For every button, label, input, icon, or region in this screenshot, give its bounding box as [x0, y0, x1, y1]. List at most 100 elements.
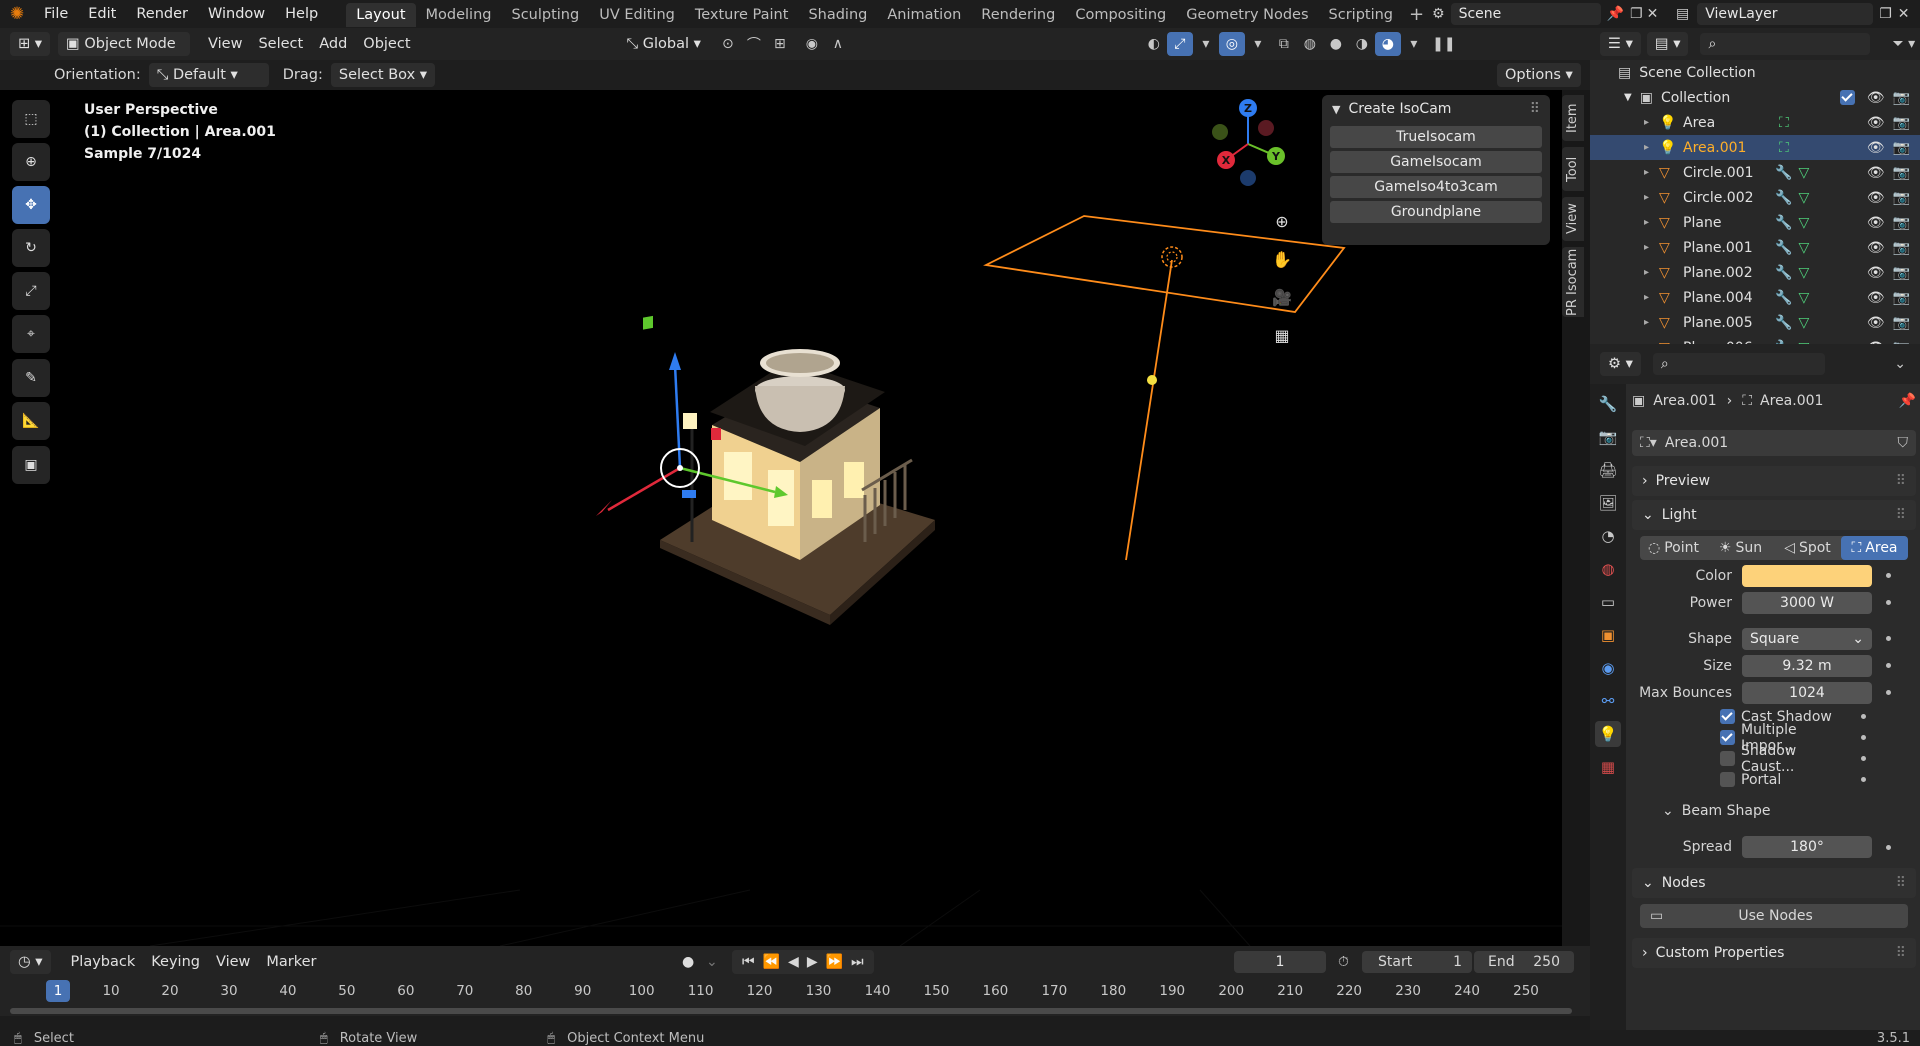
checkbox-keyframe-dot[interactable] — [1861, 756, 1866, 761]
outliner-search-input[interactable]: ⌕ — [1700, 33, 1871, 55]
add-workspace-icon[interactable]: + — [1409, 4, 1424, 25]
options-chevron-icon[interactable]: ⌄ — [1894, 356, 1906, 372]
power-field[interactable]: 3000 W — [1742, 591, 1872, 614]
pin-properties-icon[interactable]: 📌 — [1899, 393, 1916, 409]
light-data-icon[interactable]: ⛶ — [1779, 140, 1789, 156]
tab-shading[interactable]: Shading — [798, 3, 877, 27]
expand-item-icon[interactable]: ▸ — [1644, 317, 1649, 328]
view-layer-tab-icon[interactable]: 🖼 — [1595, 490, 1621, 516]
delete-view-layer-icon[interactable]: ✕ — [1898, 6, 1910, 22]
light-type-area-button[interactable]: ⛶ Area — [1841, 536, 1908, 560]
render-camera-icon[interactable]: 📷 — [1893, 140, 1910, 156]
expand-item-icon[interactable]: ▸ — [1644, 292, 1649, 303]
outliner-item-plane-006[interactable]: ▸▽Plane.006🔧▽👁📷 — [1590, 335, 1920, 345]
rendered-shading-icon[interactable]: ◕ — [1374, 32, 1401, 56]
power-keyframe-dot[interactable] — [1886, 600, 1891, 605]
timeline-scrollbar[interactable] — [10, 1008, 1572, 1014]
tab-modeling[interactable]: Modeling — [416, 3, 502, 27]
display-mode-button[interactable]: ▤ ▾ — [1646, 32, 1689, 56]
mesh-data-icon[interactable]: ▽ — [1798, 240, 1809, 256]
size-field[interactable]: 9.32 m — [1742, 654, 1872, 677]
navigation-gizmo[interactable]: Z Y X — [1200, 98, 1290, 188]
render-camera-icon[interactable]: 📷 — [1893, 290, 1910, 306]
custom-properties-panel-header[interactable]: › Custom Properties ⠿ — [1632, 938, 1916, 968]
collection-tab-icon[interactable]: ▭ — [1595, 589, 1621, 615]
expand-item-icon[interactable]: ▸ — [1644, 242, 1649, 253]
menu-render[interactable]: Render — [126, 0, 198, 28]
tab-layout[interactable]: Layout — [346, 3, 416, 27]
sidebar-tab-item[interactable]: Item — [1562, 95, 1584, 141]
eye-icon[interactable]: 👁 — [1867, 190, 1885, 206]
drag-handle-icon[interactable]: ⠿ — [1530, 101, 1540, 117]
outliner-item-area[interactable]: ▸ 💡 Area ⛶ 👁 📷 — [1590, 110, 1920, 135]
multiple-impor-checkbox[interactable] — [1720, 730, 1735, 745]
menu-window[interactable]: Window — [198, 0, 275, 28]
expand-item-icon[interactable]: ▸ — [1644, 267, 1649, 278]
groundplane-button[interactable]: Groundplane — [1330, 201, 1542, 223]
pin-icon[interactable]: 📌 — [1607, 6, 1624, 22]
custom-props-drag-handle-icon[interactable]: ⠿ — [1896, 945, 1906, 961]
record-keyframe-icon[interactable]: ● — [682, 954, 694, 970]
wireframe-shading-icon[interactable]: ◍ — [1297, 32, 1323, 56]
mesh-data-icon[interactable]: ▽ — [1798, 290, 1809, 306]
visibility-icon[interactable]: ◐ — [1141, 32, 1167, 56]
scene-collection-row[interactable]: ▤ Scene Collection — [1590, 60, 1920, 85]
render-camera-icon[interactable]: 📷 — [1893, 165, 1910, 181]
expand-item-icon[interactable]: ▸ — [1644, 142, 1649, 153]
transform-tool-icon[interactable]: ⌖ — [12, 315, 50, 353]
timeline-menu-marker[interactable]: Marker — [258, 950, 324, 974]
add-cube-tool-icon[interactable]: ▣ — [12, 446, 50, 484]
render-camera-icon[interactable]: 📷 — [1893, 240, 1910, 256]
collection-row[interactable]: ▼ ▣ Collection 👁 📷 — [1590, 85, 1920, 110]
tab-compositing[interactable]: Compositing — [1065, 3, 1176, 27]
proportional-edit-icon[interactable]: ◉ — [799, 32, 825, 56]
orientation-dropdown[interactable]: ⤡ Default ▾ — [148, 63, 269, 87]
new-scene-icon[interactable]: ❐ — [1630, 6, 1643, 22]
collection-exclude-checkbox[interactable] — [1839, 90, 1855, 105]
shape-dropdown[interactable]: Square ⌄ — [1742, 627, 1872, 650]
gameiso4to3cam-button[interactable]: GameIso4to3cam — [1330, 176, 1542, 198]
render-camera-icon[interactable]: 📷 — [1893, 190, 1910, 206]
properties-editor-type-button[interactable]: ⚙ ▾ — [1600, 352, 1641, 376]
datablock-browse-icon[interactable]: ⛶▾ — [1632, 435, 1665, 451]
tab-geometry-nodes[interactable]: Geometry Nodes — [1176, 3, 1318, 27]
jump-keyframe-back-icon[interactable]: ⏪ — [763, 954, 780, 970]
overlays-toggle-icon[interactable]: ◎ — [1218, 32, 1245, 56]
timeline-menu-playback[interactable]: Playback — [63, 950, 144, 974]
light-type-point-button[interactable]: ◌ Point — [1640, 536, 1707, 560]
timeline-menu-view[interactable]: View — [208, 950, 258, 974]
max-bounces-field[interactable]: 1024 — [1742, 681, 1872, 704]
transform-orientation-dropdown[interactable]: ⤡ Global ▾ — [619, 32, 709, 56]
menu-file[interactable]: File — [34, 0, 78, 28]
sidebar-tab-tool[interactable]: Tool — [1562, 147, 1584, 191]
mode-dropdown[interactable]: ▣ Object Mode ▾ — [58, 32, 191, 76]
light-type-spot-button[interactable]: ◁ Spot — [1774, 536, 1841, 560]
checkbox-keyframe-dot[interactable] — [1861, 777, 1866, 782]
outliner-item-plane-002[interactable]: ▸ ▽ Plane.002 🔧 ▽ 👁 📷 — [1590, 260, 1920, 285]
start-field[interactable]: 1 — [1453, 954, 1472, 970]
snap-icon[interactable]: ⌒ — [741, 32, 767, 56]
jump-end-icon[interactable]: ⏭ — [851, 954, 864, 970]
new-view-layer-icon[interactable]: ❐ — [1879, 6, 1892, 22]
fake-user-shield-icon[interactable]: ⛉ — [1890, 435, 1917, 451]
outliner-item-plane[interactable]: ▸ ▽ Plane 🔧 ▽ 👁 📷 — [1590, 210, 1920, 235]
xray-icon[interactable]: ⧉ — [1271, 32, 1297, 56]
render-tab-icon[interactable]: 📷 — [1595, 424, 1621, 450]
mesh-data-icon[interactable]: ▽ — [1798, 165, 1809, 181]
shading-dropdown-icon[interactable]: ▾ — [1401, 32, 1427, 56]
view-layer-field[interactable]: ViewLayer — [1697, 3, 1874, 25]
eye-icon[interactable]: 👁 — [1867, 290, 1885, 306]
nodes-panel-header[interactable]: ⌄ Nodes ⠿ — [1632, 868, 1916, 898]
size-keyframe-dot[interactable] — [1886, 663, 1891, 668]
pan-hand-icon[interactable]: ✋ — [1268, 246, 1296, 274]
tab-scripting[interactable]: Scripting — [1319, 3, 1403, 27]
falloff-icon[interactable]: ∧ — [825, 32, 851, 56]
object-tab-icon[interactable]: ▣ — [1595, 622, 1621, 648]
modifier-wrench-icon[interactable]: 🔧 — [1775, 265, 1792, 281]
trueisocam-button[interactable]: TrueIsocam — [1330, 126, 1542, 148]
annotate-tool-icon[interactable]: ✎ — [12, 359, 50, 397]
keying-dropdown-icon[interactable]: ⌄ — [706, 954, 718, 970]
outliner-editor-type-button[interactable]: ☰ ▾ — [1600, 32, 1641, 56]
play-icon[interactable]: ▶ — [807, 954, 818, 970]
timeline-editor-type-button[interactable]: ◷ ▾ — [10, 950, 51, 974]
